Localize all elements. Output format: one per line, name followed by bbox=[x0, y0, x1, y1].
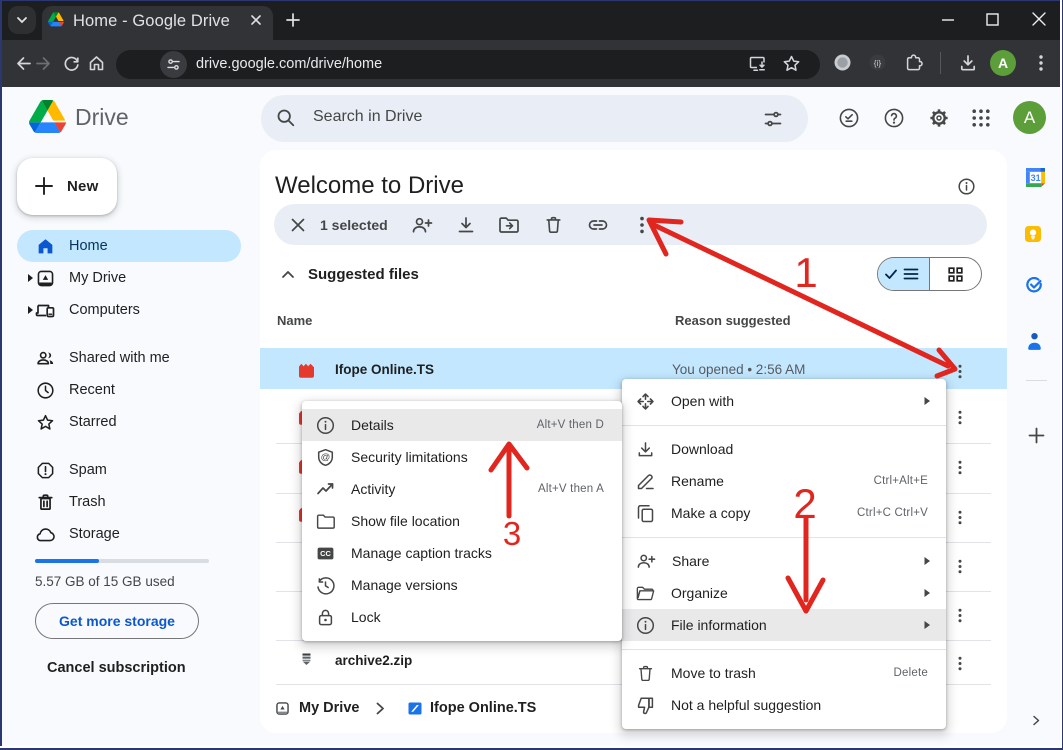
svg-text:CC: CC bbox=[320, 549, 331, 558]
svg-text:@: @ bbox=[321, 452, 331, 463]
svg-text:31: 31 bbox=[1031, 173, 1041, 183]
svg-text:{i}: {i} bbox=[874, 58, 882, 68]
